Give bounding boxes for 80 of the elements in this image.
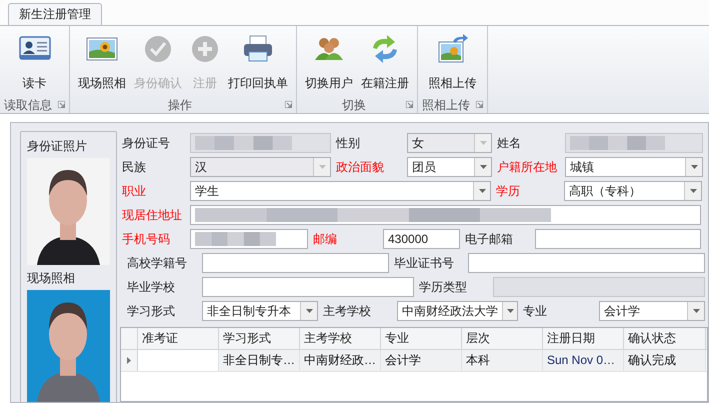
group-label: 切换 <box>342 96 366 114</box>
column-header[interactable]: 注册日期 <box>543 328 624 349</box>
text-field[interactable] <box>190 205 701 225</box>
caret-icon <box>506 309 514 313</box>
field-label: 专业 <box>523 303 547 320</box>
field-label: 学历类型 <box>419 279 467 296</box>
dropdown-field[interactable]: 高职（专科） <box>564 181 702 201</box>
caret-icon <box>318 165 326 169</box>
dropdown-field[interactable]: 团员 <box>407 157 492 177</box>
printer-icon <box>242 34 274 64</box>
field-label: 性别 <box>336 135 360 152</box>
field-label: 民族 <box>122 159 146 176</box>
field-label: 学习形式 <box>127 303 175 320</box>
caret-icon <box>306 309 312 313</box>
dialog-launcher-icon[interactable] <box>285 101 292 108</box>
field-label: 邮编 <box>313 231 337 248</box>
field-label: 主考学校 <box>323 303 371 320</box>
field-label: 毕业学校 <box>127 279 175 296</box>
caret-icon <box>480 165 486 169</box>
caret-icon <box>690 165 698 169</box>
dropdown-field[interactable]: 城镇 <box>565 157 703 177</box>
dropdown-field[interactable]: 中南财经政法大学 <box>397 301 518 321</box>
text-field[interactable] <box>535 229 701 249</box>
check-circle-icon <box>143 34 173 64</box>
group-label: 操作 <box>168 96 192 114</box>
text-field[interactable]: 430000 <box>383 229 460 249</box>
caret-icon <box>478 189 486 193</box>
ribbon-button[interactable]: 在籍注册 <box>357 32 413 94</box>
caret-icon <box>480 141 486 145</box>
row-pointer-icon <box>127 357 131 364</box>
text-field[interactable] <box>190 229 308 249</box>
group-label: 读取信息 <box>4 96 52 114</box>
dialog-launcher-icon[interactable] <box>406 101 413 108</box>
dropdown-field[interactable]: 非全日制专升本 <box>202 301 318 321</box>
group-label: 照相上传 <box>422 96 470 114</box>
ribbon-tab[interactable]: 新生注册管理 <box>8 2 102 25</box>
field-label: 学历 <box>496 183 520 200</box>
table-cell: 中南财经政… <box>300 350 381 371</box>
text-field[interactable] <box>202 253 389 273</box>
column-header[interactable]: 确认状态 <box>624 328 706 349</box>
photo-label: 现场照相 <box>27 270 76 286</box>
photo-label: 身份证照片 <box>27 138 88 154</box>
field-label: 姓名 <box>497 135 521 152</box>
column-header[interactable]: 学习形式 <box>219 328 300 349</box>
table-cell: 确认完成 <box>624 350 706 371</box>
caret-icon <box>690 189 696 193</box>
id-card-icon <box>18 34 50 63</box>
field-label: 电子邮箱 <box>465 231 513 248</box>
column-header[interactable]: 层次 <box>462 328 543 349</box>
photo-upload-icon <box>436 34 468 64</box>
field-label: 身份证号 <box>122 135 170 152</box>
dropdown-field[interactable]: 学生 <box>190 181 491 201</box>
dialog-launcher-icon[interactable] <box>476 101 483 108</box>
sunflower-photo-icon <box>86 34 118 63</box>
caret-icon <box>692 309 700 313</box>
field-label: 职业 <box>122 183 146 200</box>
column-header[interactable]: 专业 <box>381 328 462 349</box>
table-cell: 本科 <box>462 350 543 371</box>
table-cell: Sun Nov 0… <box>543 350 624 371</box>
column-header[interactable]: 主考学校 <box>300 328 381 349</box>
dialog-launcher-icon[interactable] <box>58 101 65 108</box>
plus-circle-icon <box>190 34 220 64</box>
table-cell: 非全日制专… <box>219 350 300 371</box>
field-label: 毕业证书号 <box>394 255 454 272</box>
ribbon-button[interactable]: 现场照相 <box>74 32 130 94</box>
column-header[interactable]: 准考证 <box>138 328 219 349</box>
dropdown-field[interactable]: 会计学 <box>599 301 705 321</box>
field-label: 高校学籍号 <box>127 255 187 272</box>
field-label: 现居住地址 <box>122 207 182 224</box>
field-label: 手机号码 <box>122 231 170 248</box>
table-cell: 会计学 <box>381 350 462 371</box>
ribbon-button[interactable]: 打印回执单 <box>224 32 292 94</box>
text-field[interactable] <box>468 253 705 273</box>
field-label: 政治面貌 <box>336 159 384 176</box>
text-field[interactable] <box>202 277 414 297</box>
ribbon-button[interactable]: 读卡 <box>14 32 54 94</box>
ribbon-button[interactable]: 照相上传 <box>424 32 480 94</box>
ribbon-button[interactable]: 切换用户 <box>301 32 357 94</box>
field-label: 户籍所在地 <box>497 159 557 176</box>
row-header[interactable] <box>121 350 138 371</box>
